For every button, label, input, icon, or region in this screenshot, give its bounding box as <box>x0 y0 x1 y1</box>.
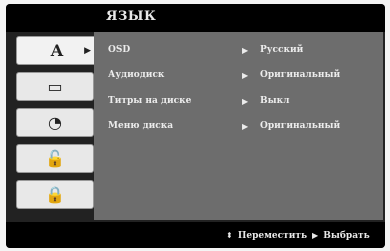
language-icon: A <box>50 41 64 60</box>
tab-display[interactable]: ▭ <box>16 72 94 101</box>
lock-icon: 🔒 <box>45 185 65 204</box>
play-icon: ▶ <box>312 230 319 240</box>
triangle-right-icon: ▶ <box>242 96 249 106</box>
select-label: Выбрать <box>323 231 370 241</box>
navigate-label: Переместить <box>237 231 308 241</box>
title-bar: ЯЗЫК <box>6 4 385 32</box>
setting-label: Аудиодиск <box>108 70 165 80</box>
setting-value: Русский <box>260 45 304 55</box>
selected-arrow-icon: ▶ <box>84 46 91 56</box>
tab-language[interactable]: A ▶ <box>16 36 98 65</box>
tab-audio[interactable]: ◔ <box>16 108 94 137</box>
display-icon: ▭ <box>47 77 63 96</box>
select-hint: ▶ Выбрать <box>312 230 370 241</box>
settings-panel: OSD ▶ Русский Аудиодиск ▶ Оригинальный Т… <box>94 32 383 220</box>
tab-lock[interactable]: 🔓 <box>16 144 94 173</box>
setting-value: Выкл <box>260 96 290 106</box>
menu-title: ЯЗЫК <box>106 9 157 24</box>
setting-label: Меню диска <box>108 121 174 131</box>
setting-label: Титры на диске <box>108 96 192 106</box>
triangle-right-icon: ▶ <box>242 45 249 55</box>
navigate-hint: ⬍ Переместить <box>226 230 307 241</box>
setting-value: Оригинальный <box>260 70 341 80</box>
setting-label: OSD <box>108 45 131 55</box>
triangle-right-icon: ▶ <box>242 121 249 131</box>
triangle-right-icon: ▶ <box>242 70 249 80</box>
unlock-icon: 🔓 <box>45 149 65 168</box>
audio-icon: ◔ <box>48 113 62 132</box>
tab-other[interactable]: 🔒 <box>16 180 94 209</box>
category-sidebar: A ▶ ▭ ◔ 🔓 🔒 <box>12 32 98 222</box>
up-down-icon: ⬍ <box>226 230 233 240</box>
setting-value: Оригинальный <box>260 121 341 131</box>
setup-menu-window: ЯЗЫК A ▶ ▭ ◔ 🔓 🔒 OSD ▶ Русский Аудиодиск… <box>6 4 385 248</box>
footer-bar: ⬍ Переместить ▶ Выбрать <box>6 222 385 248</box>
